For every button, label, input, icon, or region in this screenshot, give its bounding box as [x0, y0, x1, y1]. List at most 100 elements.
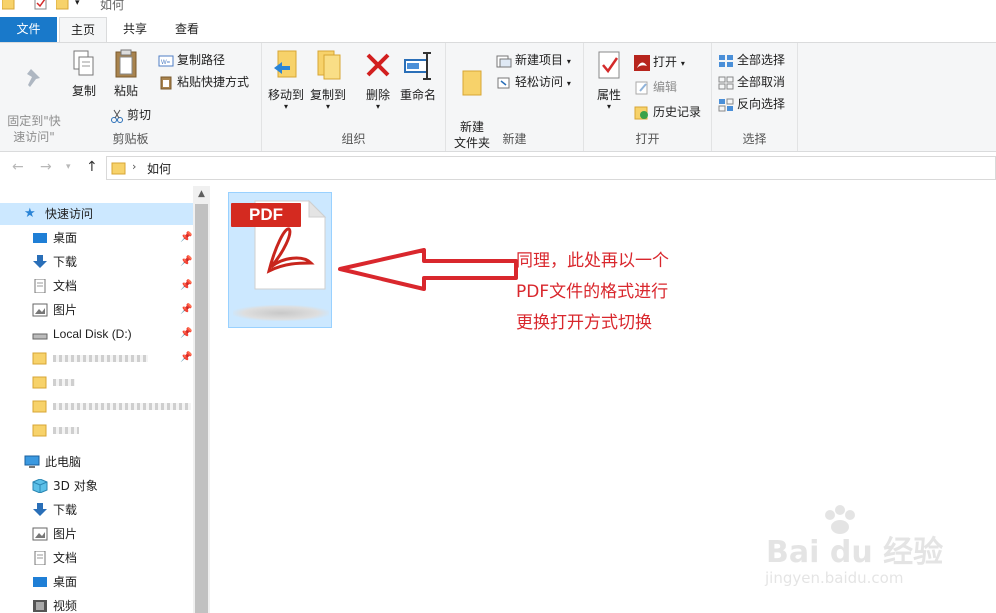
select-group-label: 选择: [742, 132, 767, 146]
open-group-label: 打开: [635, 132, 660, 146]
new-folder-icon: [462, 70, 482, 96]
breadcrumb[interactable]: 如何: [147, 160, 171, 177]
paste-shortcut-button[interactable]: 粘贴快捷方式: [158, 72, 249, 92]
star-icon: ★: [24, 206, 36, 221]
nav-scrollbar[interactable]: ▲: [193, 186, 210, 613]
ribbon-tabs: 文件 主页 共享 查看: [0, 14, 996, 42]
breadcrumb-chevron-icon[interactable]: ›: [132, 160, 136, 173]
pin-icon: 📌: [180, 304, 193, 315]
new-group: 新建 文件夹 新建项目 ▾ 轻松访问 ▾ 新建: [446, 43, 584, 151]
forward-arrow-icon[interactable]: →: [40, 159, 52, 175]
nav-pictures[interactable]: 图片 📌: [0, 299, 193, 321]
rename-button[interactable]: 重命名: [398, 49, 438, 103]
nav-downloads[interactable]: 下载 📌: [0, 251, 193, 273]
nav-pc-downloads[interactable]: 下载: [0, 499, 193, 521]
move-to-button[interactable]: 移动到 ▾: [266, 49, 306, 111]
select-all-button[interactable]: 全部选择: [718, 50, 785, 70]
cube-3d-icon: [32, 479, 48, 493]
history-button[interactable]: 历史记录: [634, 102, 701, 122]
chevron-down-icon[interactable]: ▾: [75, 0, 88, 12]
pin-icon: 📌: [180, 328, 193, 339]
scroll-thumb[interactable]: [195, 204, 208, 613]
open-button[interactable]: 打开 ▾: [634, 52, 685, 72]
up-arrow-icon[interactable]: ↑: [86, 159, 98, 175]
copy-button[interactable]: 复制: [66, 49, 102, 99]
watermark-url: jingyen.baidu.com: [765, 569, 904, 587]
history-icon: [634, 106, 648, 119]
nav-desktop[interactable]: 桌面 📌: [0, 227, 193, 249]
new-folder-icon[interactable]: [56, 0, 69, 10]
nav-folder-redacted[interactable]: [0, 419, 193, 441]
pin-icon: 📌: [180, 232, 193, 243]
copy-to-button[interactable]: 复制到 ▾: [308, 49, 348, 111]
pdf-file-item[interactable]: PDF: [228, 192, 332, 328]
clipboard-group: 固定到"快 速访问" 复制 粘贴 W= 复制路径 粘贴快捷方式 剪切 剪贴板: [0, 43, 262, 151]
nav-videos[interactable]: 视频: [0, 595, 193, 613]
tab-home[interactable]: 主页: [59, 17, 107, 42]
edit-icon: [635, 81, 648, 94]
redacted-label: [53, 427, 79, 434]
tab-view[interactable]: 查看: [165, 17, 209, 42]
new-group-label: 新建: [502, 132, 527, 146]
nav-folder-redacted[interactable]: 📌: [0, 347, 193, 369]
copy-icon: [73, 50, 94, 76]
nav-this-pc[interactable]: 此电脑: [0, 451, 193, 473]
nav-documents[interactable]: 文档 📌: [0, 275, 193, 297]
nav-3d-objects[interactable]: 3D 对象: [0, 475, 193, 497]
folder-icon: [32, 400, 47, 413]
annotation-arrow-icon: [338, 248, 518, 291]
folder-icon: [32, 352, 47, 365]
desktop-icon: [33, 577, 47, 587]
download-arrow-icon: [33, 503, 47, 516]
new-item-button[interactable]: 新建项目 ▾: [496, 50, 571, 70]
paste-icon: [115, 49, 137, 78]
select-all-icon: [719, 54, 733, 67]
redacted-label: [53, 379, 75, 386]
nav-local-disk[interactable]: Local Disk (D:) 📌: [0, 323, 193, 345]
nav-pc-documents[interactable]: 文档: [0, 547, 193, 569]
properties-icon: [598, 51, 620, 79]
select-none-button[interactable]: 全部取消: [718, 72, 785, 92]
nav-pc-desktop[interactable]: 桌面: [0, 571, 193, 593]
tab-file[interactable]: 文件: [0, 17, 57, 42]
annotation-line: 更换打开方式切换: [516, 313, 652, 333]
pdf-badge: PDF: [231, 203, 301, 227]
address-row: ← → ▾ ↑ › 如何: [0, 153, 996, 183]
document-icon: [34, 279, 46, 293]
invert-selection-button[interactable]: 反向选择: [718, 94, 785, 114]
nav-folder-redacted[interactable]: [0, 371, 193, 393]
properties-button[interactable]: 属性 ▾: [592, 49, 626, 111]
tab-share[interactable]: 共享: [113, 17, 157, 42]
folder-icon: [111, 162, 126, 175]
watermark-brand: Bai du 经验: [766, 535, 944, 570]
baidu-watermark: Bai du 经验 jingyen.baidu.com: [760, 505, 960, 595]
back-arrow-icon[interactable]: ←: [12, 159, 24, 175]
address-bar[interactable]: › 如何: [106, 156, 996, 180]
ribbon: 固定到"快 速访问" 复制 粘贴 W= 复制路径 粘贴快捷方式 剪切 剪贴板 移动…: [0, 42, 996, 152]
navigation-pane: ★ 快速访问 桌面 📌 下载 📌 文档 📌 图片 📌 Local Disk (D…: [0, 186, 210, 613]
cut-button[interactable]: 剪切: [110, 105, 151, 125]
easy-access-button[interactable]: 轻松访问 ▾: [496, 72, 571, 92]
annotation-line: PDF文件的格式进行: [516, 282, 669, 302]
recent-locations-chevron-icon[interactable]: ▾: [66, 162, 71, 172]
organize-group-label: 组织: [341, 132, 366, 146]
move-to-icon: [274, 50, 297, 78]
delete-button[interactable]: 删除 ▾: [360, 49, 396, 111]
properties-checkbox-icon[interactable]: [34, 0, 47, 10]
copy-to-icon: [317, 50, 341, 80]
nav-quick-access[interactable]: ★ 快速访问: [0, 203, 193, 225]
scroll-up-arrow-icon[interactable]: ▲: [193, 186, 210, 203]
window-title: 如何: [100, 0, 125, 12]
annotation-line: 同理，此处再以一个: [516, 251, 669, 271]
computer-icon: [24, 455, 40, 468]
delete-x-icon: [366, 53, 390, 77]
copy-path-button[interactable]: W= 复制路径: [158, 50, 225, 70]
nav-pc-pictures[interactable]: 图片: [0, 523, 193, 545]
nav-folder-redacted[interactable]: [0, 395, 193, 417]
clipboard-group-label: 剪贴板: [112, 132, 149, 146]
acrobat-icon: [634, 54, 650, 71]
edit-button[interactable]: 编辑: [634, 77, 677, 97]
picture-icon: [32, 303, 48, 317]
paste-button[interactable]: 粘贴: [108, 49, 144, 99]
rename-icon: [404, 52, 431, 80]
